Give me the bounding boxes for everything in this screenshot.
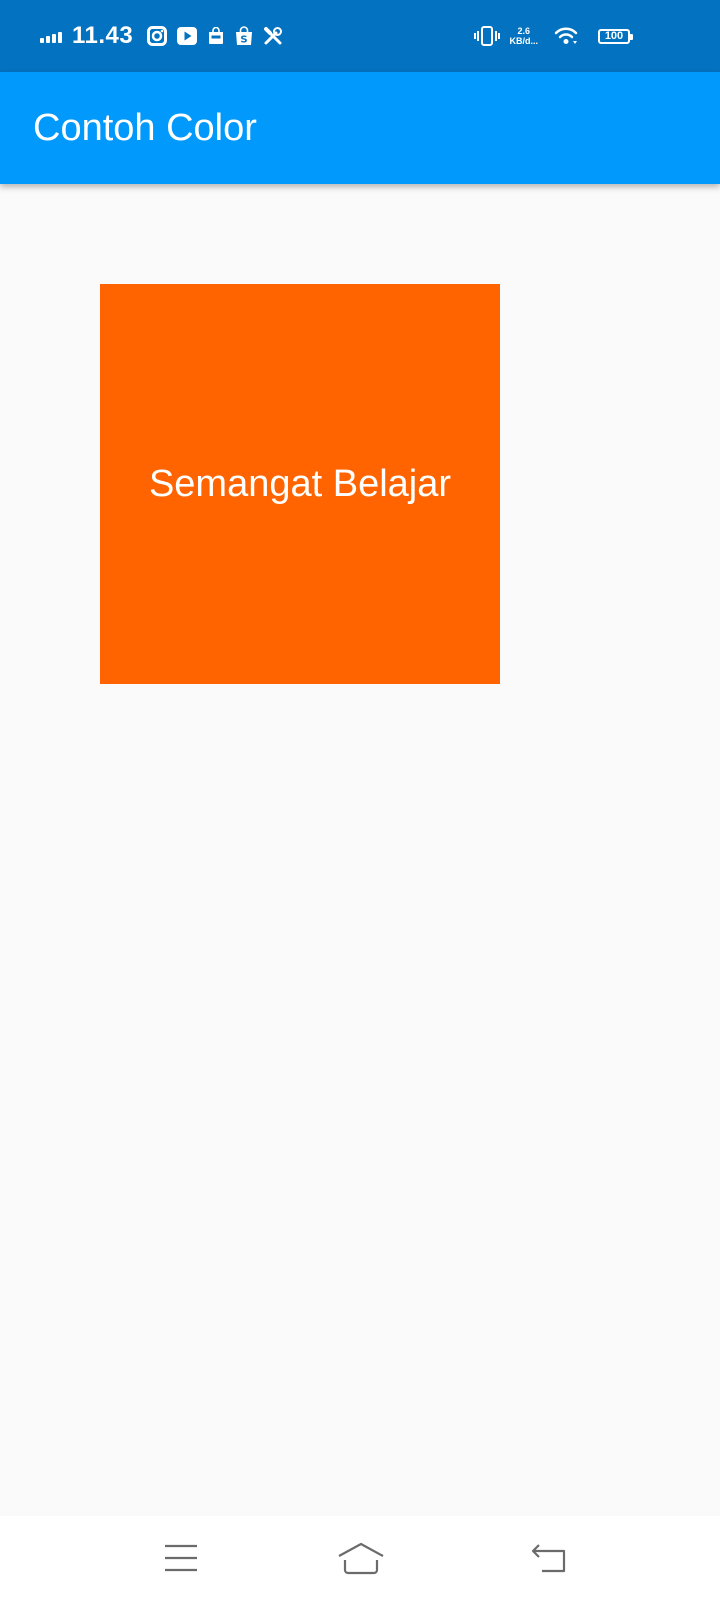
instagram-icon [147,26,168,46]
bag-icon [207,27,225,45]
status-bar: 11.43 S 2.6 KB/d... 100 [0,0,720,72]
svg-text:S: S [241,35,248,46]
signal-icon [40,29,64,43]
battery-icon: 100 [598,28,633,44]
menu-icon [165,1544,197,1572]
youtube-icon [177,26,198,46]
container-text: Semangat Belajar [148,462,452,505]
vibrate-icon [473,25,500,47]
phone-screen: 11.43 S 2.6 KB/d... 100 Contoh Color Sem… [0,0,720,1600]
home-icon [338,1542,384,1575]
tools-icon [263,26,283,46]
clock: 11.43 [72,22,134,49]
back-button[interactable] [509,1516,589,1600]
menu-button[interactable] [141,1516,221,1600]
app-title: Contoh Color [33,106,257,149]
shopee-icon: S [235,26,253,46]
status-bar-left: 11.43 S [40,0,293,72]
battery-level: 100 [604,30,624,42]
wifi-icon [554,27,578,45]
app-bar: Contoh Color [0,72,720,184]
back-icon [531,1544,566,1573]
home-button[interactable] [321,1516,401,1600]
network-speed-unit: KB/d... [509,36,539,46]
network-speed: 2.6 KB/d... [510,26,539,46]
network-speed-value: 2.6 [517,26,530,36]
status-bar-right: 2.6 KB/d... 100 [473,0,633,72]
orange-container: Semangat Belajar [100,284,500,684]
navigation-bar [0,1516,720,1600]
